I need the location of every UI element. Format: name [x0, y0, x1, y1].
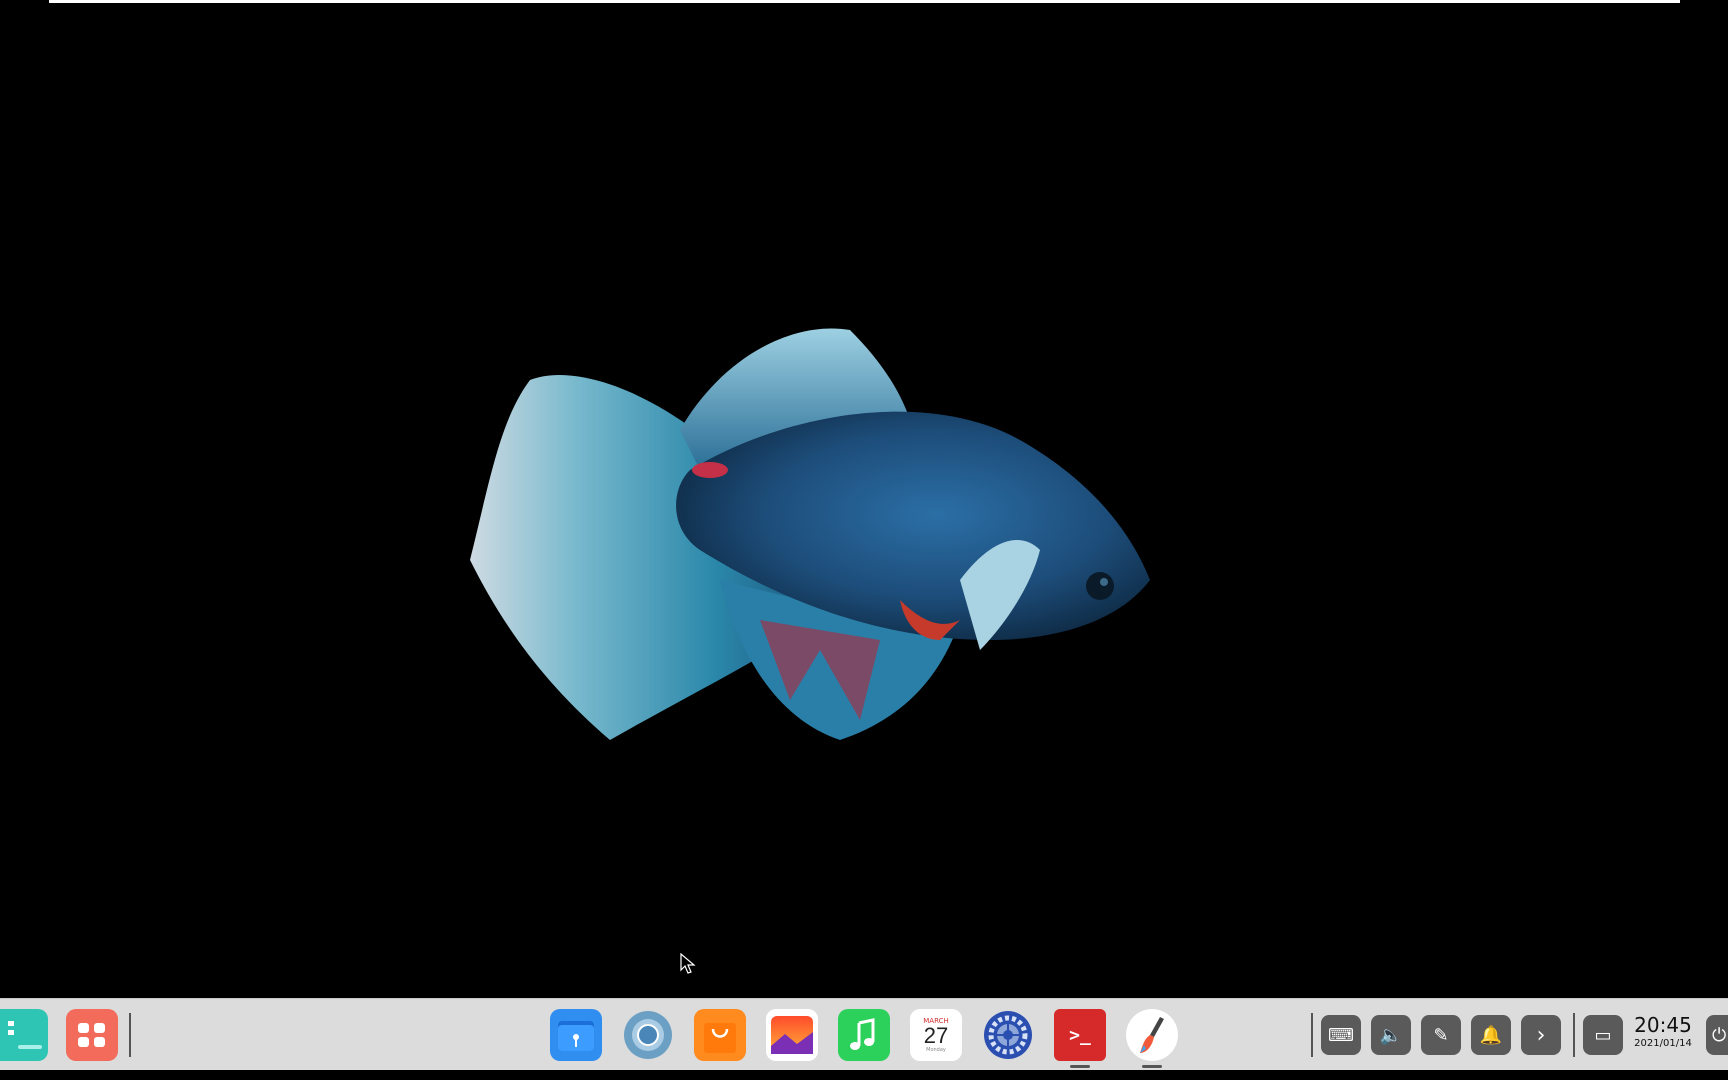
- draw-running-indicator: [1142, 1065, 1162, 1068]
- power-button[interactable]: ⏻: [1706, 1015, 1728, 1055]
- pen-icon: ✎: [1433, 1024, 1449, 1046]
- calendar-weekday: Monday: [926, 1047, 946, 1053]
- desktop-icon: [8, 1021, 42, 1049]
- tray-separator: [1311, 1013, 1313, 1057]
- terminal-running-indicator: [1070, 1065, 1090, 1068]
- calendar-day: 27: [923, 1023, 949, 1048]
- grid-icon: [78, 1023, 105, 1047]
- file-manager-button[interactable]: [550, 1009, 602, 1061]
- browser-button[interactable]: [622, 1009, 674, 1061]
- brush-icon: [1140, 1017, 1164, 1053]
- draw-button[interactable]: [1126, 1009, 1178, 1061]
- terminal-button[interactable]: >_: [1054, 1009, 1106, 1061]
- volume-icon: 🔈: [1379, 1024, 1403, 1046]
- image-viewer-button[interactable]: [766, 1009, 818, 1061]
- chevron-right-icon: ›: [1536, 1022, 1546, 1048]
- keyboard-icon: ⌨: [1328, 1024, 1354, 1046]
- pen-button[interactable]: ✎: [1421, 1015, 1461, 1055]
- music-note-icon: [850, 1018, 875, 1050]
- screen-bottom-edge: [0, 1070, 1728, 1080]
- clock-date: 2021/01/14: [1634, 1038, 1692, 1049]
- terminal-icon: >_: [1069, 1024, 1091, 1046]
- bell-icon: 🔔: [1479, 1024, 1503, 1046]
- clock[interactable]: 20:45 2021/01/14: [1628, 1013, 1698, 1051]
- volume-button[interactable]: 🔈: [1371, 1015, 1411, 1055]
- expand-tray-button[interactable]: ›: [1521, 1015, 1561, 1055]
- calendar-button[interactable]: MARCH 27 Monday: [910, 1009, 962, 1061]
- taskbar-separator: [129, 1013, 131, 1057]
- browser-icon: [624, 1011, 672, 1059]
- taskbar: MARCH 27 Monday >_ ⌨ 🔈 ✎ 🔔 › ▭ 20:45 202…: [0, 998, 1728, 1071]
- bag-icon: [704, 1023, 736, 1053]
- keyboard-button[interactable]: ⌨: [1321, 1015, 1361, 1055]
- app-store-button[interactable]: [694, 1009, 746, 1061]
- multitask-button[interactable]: ▭: [1583, 1015, 1623, 1055]
- window-icon: ▭: [1594, 1024, 1612, 1046]
- notifications-button[interactable]: 🔔: [1471, 1015, 1511, 1055]
- settings-icon: [984, 1011, 1032, 1059]
- clock-time: 20:45: [1634, 1013, 1692, 1037]
- music-button[interactable]: [838, 1009, 890, 1061]
- tray-separator-2: [1573, 1013, 1575, 1057]
- show-desktop-button[interactable]: [0, 1009, 48, 1061]
- mouse-cursor-icon: [680, 953, 696, 974]
- launcher-button[interactable]: [66, 1009, 118, 1061]
- power-icon: ⏻: [1712, 1024, 1727, 1046]
- photo-icon: [771, 1016, 813, 1054]
- folder-icon: [558, 1021, 594, 1051]
- betta-fish-wallpaper: [470, 328, 1150, 740]
- control-center-button[interactable]: [982, 1009, 1034, 1061]
- window-top-edge: [49, 0, 1680, 3]
- desktop[interactable]: [0, 0, 1728, 998]
